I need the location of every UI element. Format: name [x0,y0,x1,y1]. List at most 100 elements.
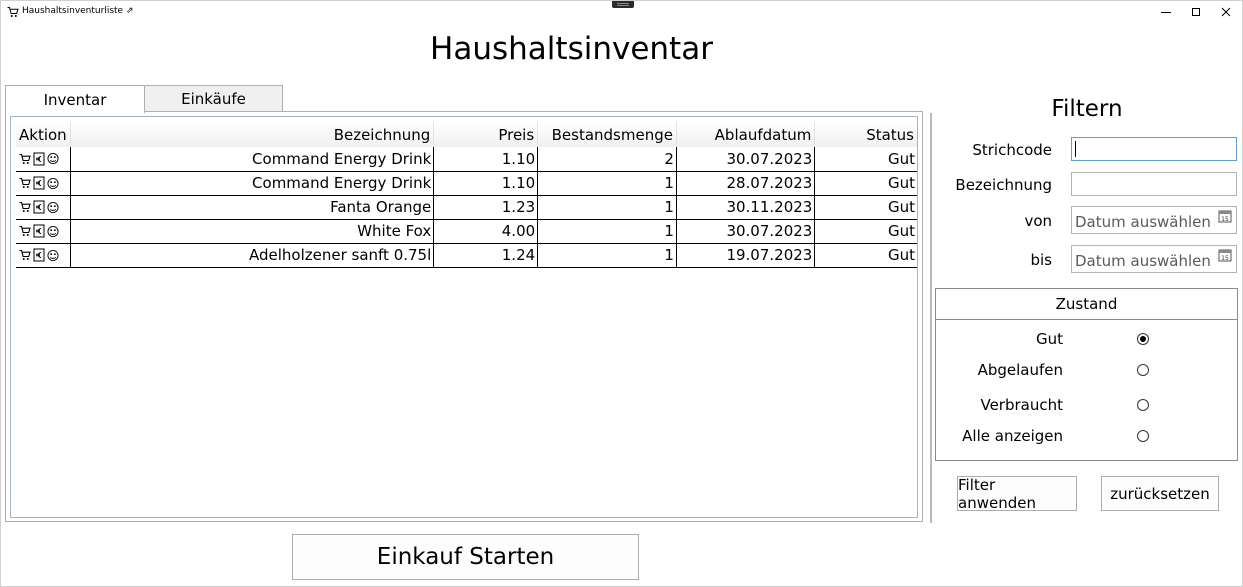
table-row[interactable]: Adelholzener sanft 0.75l 1.24 1 19.07.2023 G… [16,243,917,268]
cart-icon[interactable] [19,200,31,214]
strichcode-label: Strichcode [972,141,1052,159]
cell-aktion [16,171,72,196]
consume-icon[interactable] [47,248,59,262]
consume-icon[interactable] [47,224,59,238]
cell-bestandsmenge: 1 [537,219,677,244]
von-date-picker[interactable]: Datum auswählen 15 [1071,206,1237,234]
filter-reset-button[interactable]: zurücksetzen [1101,476,1219,511]
cell-bezeichnung: Fanta Orange [70,195,435,220]
cell-bestandsmenge: 1 [537,171,677,196]
bezeichnung-label: Bezeichnung [955,176,1052,194]
cell-bezeichnung: White Fox [70,219,435,244]
cell-preis: 1.10 [433,171,539,196]
strichcode-input[interactable] [1071,137,1237,161]
cell-aktion [16,219,72,244]
cell-ablaufdatum: 30.07.2023 [676,147,816,172]
table-row[interactable]: Command Energy Drink 1.10 1 28.07.2023 Gut [16,171,917,196]
table-row[interactable]: White Fox 4.00 1 30.07.2023 Gut [16,219,917,244]
bis-date-placeholder: Datum auswählen [1075,252,1211,270]
table-row[interactable]: Fanta Orange 1.23 1 30.11.2023 Gut [16,195,917,220]
radio-button[interactable] [1137,364,1149,376]
euro-receipt-icon[interactable] [33,152,45,166]
cell-status: Gut [814,219,917,244]
action-icons [18,248,68,262]
column-header-ablaufdatum[interactable]: Ablaufdatum [676,122,816,147]
cell-aktion [16,147,72,172]
start-purchase-button[interactable]: Einkauf Starten [292,534,639,580]
consume-icon[interactable] [47,152,59,166]
maximize-button[interactable] [1179,1,1213,23]
cell-status: Gut [814,195,917,220]
inventory-table: Aktion Bezeichnung Preis Bestandsmenge A… [16,122,917,268]
cell-bestandsmenge: 1 [537,195,677,220]
cart-icon [7,7,19,17]
euro-receipt-icon[interactable] [33,248,45,262]
maximize-icon [1192,8,1200,16]
minimize-button[interactable] [1149,1,1183,23]
title-bar[interactable]: Haushaltsinventurliste ⇗ [1,1,1242,23]
cell-status: Gut [814,147,917,172]
bis-date-picker[interactable]: Datum auswählen 15 [1071,245,1237,273]
column-header-preis[interactable]: Preis [433,122,539,147]
euro-receipt-icon[interactable] [33,200,45,214]
inventory-grid[interactable]: Aktion Bezeichnung Preis Bestandsmenge A… [10,116,918,518]
action-icons [18,200,68,214]
snap-grip[interactable] [612,1,634,8]
cell-bezeichnung: Adelholzener sanft 0.75l [70,243,435,268]
page-title: Haushaltsinventar [430,31,713,67]
cell-status: Gut [814,243,917,268]
column-header-bestandsmenge[interactable]: Bestandsmenge [537,122,677,147]
app-window: Haushaltsinventurliste ⇗ Haushaltsinvent… [0,0,1243,587]
consume-icon[interactable] [47,176,59,190]
calendar-icon[interactable]: 15 [1218,209,1232,223]
action-icons [18,152,68,166]
cell-ablaufdatum: 28.07.2023 [676,171,816,196]
column-header-aktion[interactable]: Aktion [16,122,72,147]
window-title-suffix: ⇗ [125,6,134,16]
radio-abgelaufen[interactable]: Abgelaufen [936,361,1237,381]
tab-inventar[interactable]: Inventar [5,85,145,113]
calendar-icon[interactable]: 15 [1218,248,1232,262]
euro-receipt-icon[interactable] [33,176,45,190]
radio-label: Abgelaufen [977,361,1063,379]
table-row[interactable]: Command Energy Drink 1.10 2 30.07.2023 Gut [16,147,917,172]
von-label: von [1024,212,1052,230]
minimize-icon [1161,12,1171,13]
radio-alle-anzeigen[interactable]: Alle anzeigen [936,427,1237,447]
column-header-bezeichnung[interactable]: Bezeichnung [70,122,435,147]
cell-ablaufdatum: 30.11.2023 [676,195,816,220]
cart-icon[interactable] [19,152,31,166]
radio-gut[interactable]: Gut [936,330,1237,350]
radio-verbraucht[interactable]: Verbraucht [936,396,1237,416]
bezeichnung-input[interactable] [1071,172,1237,196]
zustand-group: Zustand Gut Abgelaufen Verbraucht Alle a… [935,288,1238,461]
euro-receipt-icon[interactable] [33,224,45,238]
cell-status: Gut [814,171,917,196]
filter-apply-button[interactable]: Filter anwenden [957,476,1077,512]
consume-icon[interactable] [47,200,59,214]
window-title: Haushaltsinventurliste [22,6,124,16]
radio-button[interactable] [1137,430,1149,442]
cell-ablaufdatum: 30.07.2023 [676,219,816,244]
tab-panel-inventar: Aktion Bezeichnung Preis Bestandsmenge A… [5,111,923,522]
cart-icon[interactable] [19,176,31,190]
column-header-status[interactable]: Status [814,122,917,147]
bis-label: bis [1030,251,1052,269]
svg-text:15: 15 [1221,216,1229,223]
cell-preis: 4.00 [433,219,539,244]
cell-aktion [16,195,72,220]
radio-button-checked[interactable] [1137,333,1149,345]
cell-bestandsmenge: 2 [537,147,677,172]
svg-text:15: 15 [1221,255,1229,262]
cell-bezeichnung: Command Energy Drink [70,147,435,172]
cart-icon[interactable] [19,248,31,262]
close-button[interactable] [1209,1,1243,23]
table-body: Command Energy Drink 1.10 2 30.07.2023 Gut Co… [16,147,917,268]
radio-button[interactable] [1137,399,1149,411]
cell-preis: 1.10 [433,147,539,172]
text-caret [1075,141,1076,157]
cart-icon[interactable] [19,224,31,238]
tab-einkaeufe[interactable]: Einkäufe [144,85,283,112]
filter-title: Filtern [1051,96,1123,122]
radio-label: Alle anzeigen [962,427,1063,445]
